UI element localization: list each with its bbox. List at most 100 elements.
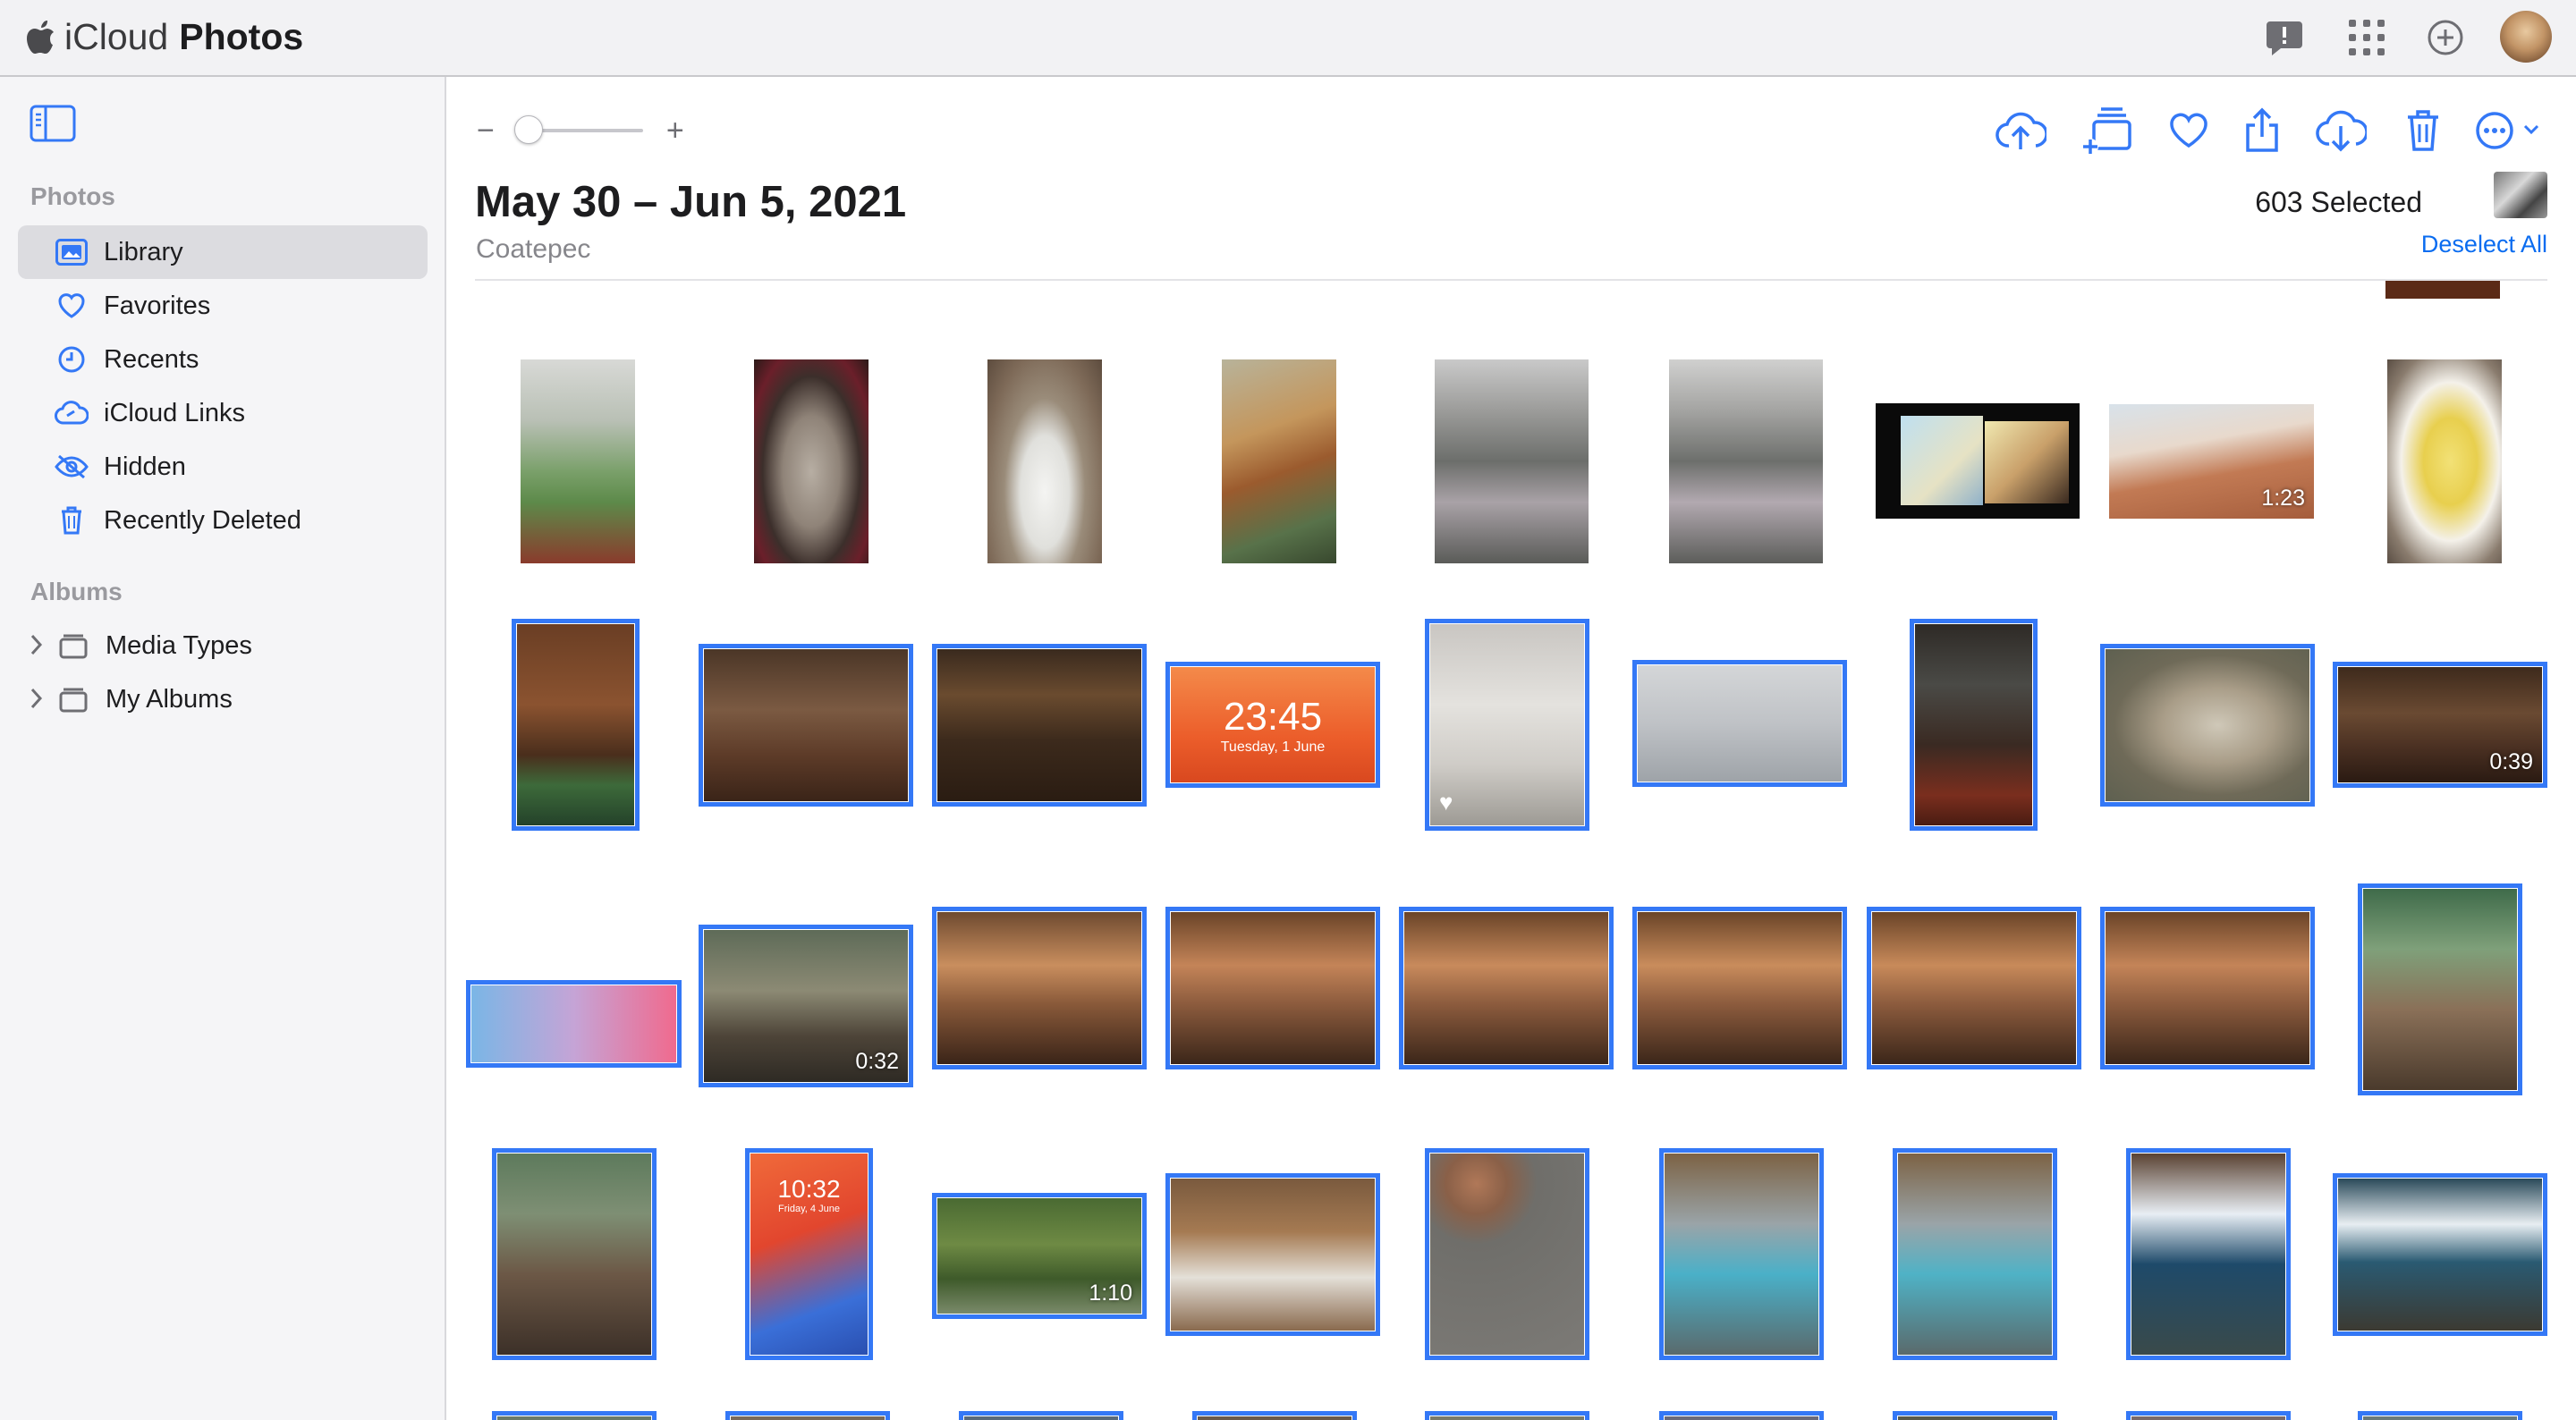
video-thumbnail[interactable]: 1:23: [2109, 404, 2314, 519]
photo-thumbnail[interactable]: [1165, 1173, 1380, 1336]
photo-thumbnail[interactable]: [1659, 1411, 1824, 1420]
add-to-album-button[interactable]: [2080, 102, 2137, 159]
notification-screenshot[interactable]: [466, 980, 682, 1068]
sidebar-item-label: iCloud Links: [104, 398, 245, 427]
lockscreen-date: Friday, 4 June: [778, 1204, 840, 1214]
location-subtitle[interactable]: Coatepec: [476, 234, 590, 265]
upload-button[interactable]: [1992, 102, 2049, 159]
sidebar-item-recently-deleted[interactable]: Recently Deleted: [18, 494, 428, 547]
sidebar-item-label: Library: [104, 237, 183, 266]
sidebar-item-recents[interactable]: Recents: [18, 333, 428, 386]
photo-thumbnail[interactable]: [725, 1411, 890, 1420]
photo-thumbnail[interactable]: [2126, 1148, 2291, 1360]
sidebar-item-label: Hidden: [104, 452, 186, 481]
zoom-knob[interactable]: [513, 115, 543, 144]
photo-thumbnail[interactable]: [932, 644, 1147, 807]
add-circle-icon[interactable]: [2424, 16, 2467, 59]
video-thumbnail[interactable]: 1:10: [932, 1193, 1147, 1319]
cloud-download-icon: [2316, 110, 2367, 152]
photo-thumbnail[interactable]: [1435, 359, 1589, 563]
lockscreen-screenshot[interactable]: 10:32 Friday, 4 June: [745, 1148, 873, 1360]
photo-thumbnail[interactable]: [2333, 1173, 2547, 1336]
sidebar-item-my-albums[interactable]: My Albums: [18, 672, 428, 726]
photo-thumbnail[interactable]: [699, 644, 913, 807]
page-title: May 30 – Jun 5, 2021: [475, 178, 907, 226]
zoom-in-button[interactable]: +: [666, 115, 684, 146]
sidebar-item-label: My Albums: [106, 684, 233, 714]
photo-thumbnail[interactable]: [2387, 359, 2502, 563]
sidebar-item-icloud-links[interactable]: iCloud Links: [18, 386, 428, 440]
video-thumbnail[interactable]: 0:32: [699, 925, 913, 1087]
sidebar-item-media-types[interactable]: Media Types: [18, 619, 428, 672]
photo-thumbnail[interactable]: [492, 1411, 657, 1420]
photo-thumbnail[interactable]: [1399, 907, 1614, 1069]
photo-thumbnail[interactable]: [512, 619, 640, 831]
feedback-icon[interactable]: [2263, 16, 2306, 59]
photo-thumbnail[interactable]: [754, 359, 869, 563]
photo-thumbnail[interactable]: [2385, 281, 2500, 299]
download-button[interactable]: [2312, 102, 2369, 159]
avatar[interactable]: [2500, 11, 2552, 63]
section-albums: Albums: [30, 578, 123, 605]
sidebar-item-label: Media Types: [106, 630, 252, 660]
photo-thumbnail[interactable]: [1876, 403, 2080, 519]
photo-thumbnail[interactable]: [1192, 1411, 1357, 1420]
heart-icon: [2170, 113, 2207, 148]
photo-thumbnail[interactable]: [1425, 1411, 1589, 1420]
app-name: Photos: [179, 16, 304, 57]
video-duration: 0:32: [855, 1049, 899, 1074]
cloud-upload-icon: [1996, 112, 2046, 149]
eye-slash-icon: [54, 449, 89, 485]
header-divider: [475, 279, 2547, 281]
photo-thumbnail[interactable]: [2100, 907, 2315, 1069]
zoom-out-button[interactable]: −: [477, 115, 495, 146]
photo-thumbnail[interactable]: [1659, 1148, 1824, 1360]
photo-thumbnail[interactable]: [1165, 907, 1380, 1069]
lockscreen-screenshot[interactable]: 23:45 Tuesday, 1 June: [1165, 662, 1380, 788]
sidebar-item-hidden[interactable]: Hidden: [18, 440, 428, 494]
delete-button[interactable]: [2394, 102, 2452, 159]
main-content: − + May 30 – Jun 5, 2021 Coatepec 603 Se…: [446, 77, 2576, 1420]
sidebar-item-label: Favorites: [104, 291, 211, 320]
share-button[interactable]: [2233, 102, 2291, 159]
photo-thumbnail[interactable]: [1632, 660, 1847, 787]
zoom-slider[interactable]: − +: [477, 113, 684, 148]
photo-thumbnail[interactable]: [1632, 907, 1847, 1069]
trash-icon: [54, 503, 89, 538]
photo-thumbnail[interactable]: [2358, 883, 2522, 1095]
photo-thumbnail[interactable]: [959, 1411, 1123, 1420]
photo-thumbnail[interactable]: [1893, 1411, 2057, 1420]
selection-thumbnail: [2494, 172, 2547, 218]
video-duration: 1:10: [1089, 1281, 1132, 1306]
favorite-button[interactable]: [2160, 102, 2217, 159]
photo-thumbnail[interactable]: [1669, 359, 1823, 563]
sidebar-item-favorites[interactable]: Favorites: [18, 279, 428, 333]
zoom-track[interactable]: [513, 115, 643, 144]
brand-name: iCloud: [64, 16, 169, 57]
photo-thumbnail[interactable]: [1910, 619, 2038, 831]
photo-thumbnail[interactable]: [1222, 359, 1336, 563]
photo-thumbnail[interactable]: [1867, 907, 2081, 1069]
video-duration: 0:39: [2489, 749, 2533, 774]
heart-icon: [54, 288, 89, 324]
photo-thumbnail[interactable]: [1425, 1148, 1589, 1360]
sidebar-toggle-icon[interactable]: [29, 104, 77, 143]
photo-thumbnail[interactable]: [521, 359, 635, 563]
sidebar-item-library[interactable]: Library: [18, 225, 428, 279]
photo-thumbnail[interactable]: [2358, 1411, 2522, 1420]
photo-thumbnail[interactable]: [492, 1148, 657, 1360]
more-actions-button[interactable]: [2473, 102, 2550, 159]
chevron-right-icon[interactable]: [30, 633, 43, 656]
photo-thumbnail[interactable]: [1893, 1148, 2057, 1360]
photo-thumbnail[interactable]: [2100, 644, 2315, 807]
photo-thumbnail[interactable]: [932, 907, 1147, 1069]
library-icon: [54, 234, 89, 270]
photo-thumbnail[interactable]: [987, 359, 1102, 563]
photo-thumbnail[interactable]: ♥: [1425, 619, 1589, 831]
apps-grid-icon[interactable]: [2345, 16, 2388, 59]
photo-thumbnail[interactable]: [2126, 1411, 2291, 1420]
video-thumbnail[interactable]: 0:39: [2333, 662, 2547, 788]
clock-icon: [54, 342, 89, 377]
chevron-right-icon[interactable]: [30, 687, 43, 710]
deselect-all-link[interactable]: Deselect All: [2421, 231, 2547, 258]
